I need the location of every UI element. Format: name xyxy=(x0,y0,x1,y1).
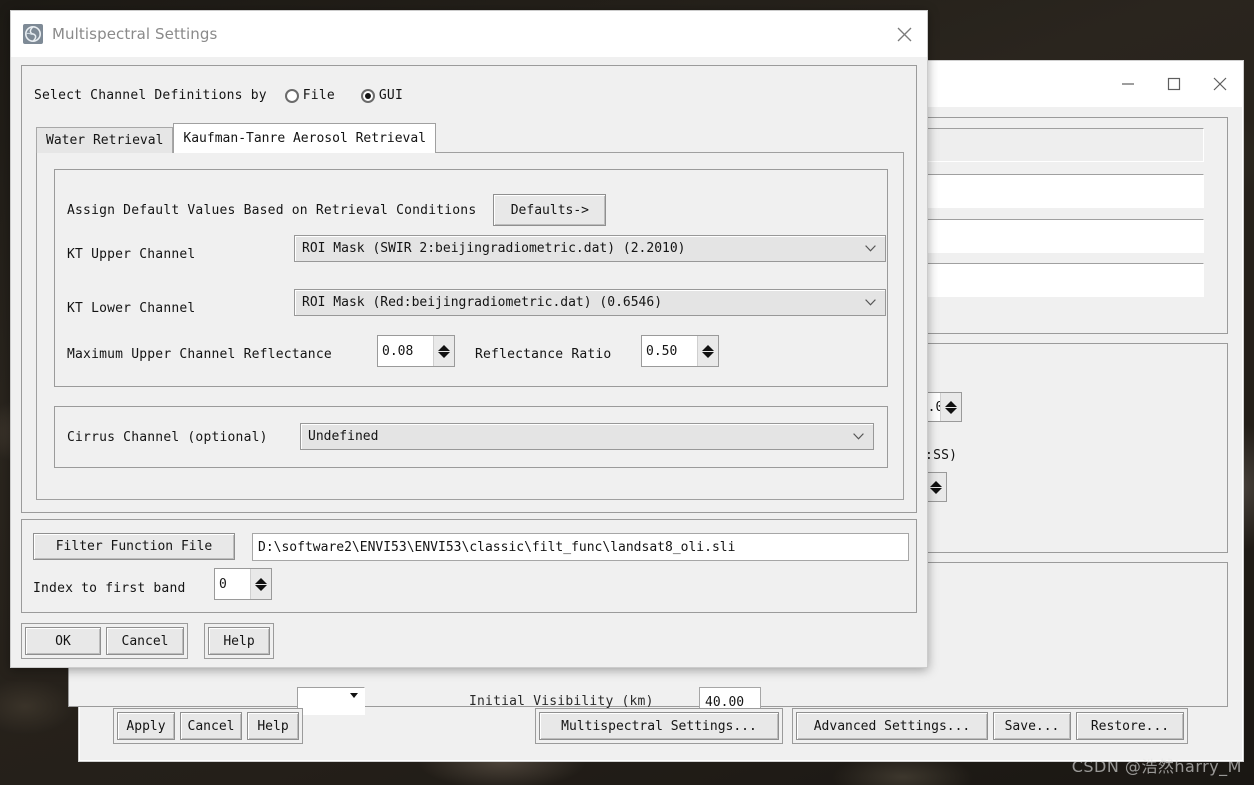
spinner-down-icon[interactable] xyxy=(930,487,942,494)
flaash-footer-multispectral-group: Multispectral Settings... xyxy=(535,708,783,744)
kt-lower-channel-combo[interactable]: ROI Mask (Red:beijingradiometric.dat) (0… xyxy=(294,289,886,316)
flaash-aerosol-model-combo[interactable] xyxy=(297,687,365,715)
retrieval-tabstrip: Water Retrieval Kaufman-Tanre Aerosol Re… xyxy=(36,123,437,153)
dialog-footer-help-group: Help xyxy=(204,623,274,659)
kt-upper-channel-label: KT Upper Channel xyxy=(67,247,196,262)
help-button[interactable]: Help xyxy=(208,627,270,655)
tab-page-kaufman-tanre: Assign Default Values Based on Retrieval… xyxy=(36,152,904,500)
channel-definitions-row: Select Channel Definitions by File GUI xyxy=(34,88,403,103)
multispectral-settings-button[interactable]: Multispectral Settings... xyxy=(539,712,779,740)
restore-button[interactable]: Restore... xyxy=(1076,712,1184,740)
kt-lower-channel-label: KT Lower Channel xyxy=(67,301,196,316)
max-upper-reflectance-label: Maximum Upper Channel Reflectance xyxy=(67,347,332,362)
dialog-titlebar-buttons xyxy=(881,11,927,57)
flaash-scene-spinner-buttons[interactable] xyxy=(940,393,961,421)
assign-defaults-label: Assign Default Values Based on Retrieval… xyxy=(67,202,477,218)
spinner-down-icon[interactable] xyxy=(438,351,450,358)
save-button[interactable]: Save... xyxy=(993,712,1071,740)
file-radio-button[interactable] xyxy=(284,88,299,103)
csdn-watermark: CSDN @浩然harry_M xyxy=(1071,757,1242,776)
flaash-field-row-3[interactable] xyxy=(914,219,1204,253)
cirrus-channel-groupbox: Cirrus Channel (optional) Undefined xyxy=(54,406,888,468)
defaults-row: Assign Default Values Based on Retrieval… xyxy=(67,194,607,226)
spinner-up-icon[interactable] xyxy=(438,344,450,351)
chevron-down-icon xyxy=(853,432,864,440)
index-first-band-spinner[interactable]: 0 xyxy=(214,568,272,600)
reflectance-ratio-spinner[interactable]: 0.50 xyxy=(641,335,719,367)
radio-option-file[interactable]: File xyxy=(284,88,335,103)
minimize-icon[interactable] xyxy=(1105,61,1151,107)
cancel-button[interactable]: Cancel xyxy=(106,627,184,655)
radio-option-gui[interactable]: GUI xyxy=(360,88,403,103)
spinner-up-icon[interactable] xyxy=(945,400,957,407)
flaash-time-spinner-buttons[interactable] xyxy=(925,473,946,501)
spinner-up-icon[interactable] xyxy=(930,480,942,487)
index-spinner-buttons[interactable] xyxy=(250,569,271,599)
dialog-body: Select Channel Definitions by File GUI W… xyxy=(11,57,927,667)
ok-button[interactable]: OK xyxy=(25,627,101,655)
spinner-up-icon[interactable] xyxy=(702,344,714,351)
reflectance-ratio-label: Reflectance Ratio xyxy=(475,347,612,362)
kt-upper-channel-combo[interactable]: ROI Mask (SWIR 2:beijingradiometric.dat)… xyxy=(294,235,886,262)
envi-globe-icon xyxy=(23,24,43,44)
cancel-button[interactable]: Cancel xyxy=(180,712,242,740)
flaash-field-row-4[interactable] xyxy=(914,263,1204,297)
index-first-band-label: Index to first band xyxy=(33,581,186,596)
apply-button[interactable]: Apply xyxy=(117,712,175,740)
spinner-down-icon[interactable] xyxy=(945,407,957,414)
filter-function-path-value: D:\software2\ENVI53\ENVI53\classic\filt_… xyxy=(258,539,736,555)
reflectance-ratio-value: 0.50 xyxy=(646,343,678,359)
flaash-field-row-2[interactable] xyxy=(914,174,1204,208)
flaash-footer-right-buttons: Advanced Settings... Save... Restore... xyxy=(792,708,1188,744)
cirrus-channel-value: Undefined xyxy=(308,429,379,444)
retrieval-conditions-groupbox: Assign Default Values Based on Retrieval… xyxy=(54,169,888,387)
bg-window-titlebar-buttons xyxy=(1105,61,1243,107)
cirrus-channel-combo[interactable]: Undefined xyxy=(300,423,874,450)
multispectral-settings-dialog: Multispectral Settings Select Channel De… xyxy=(10,10,928,668)
advanced-settings-button[interactable]: Advanced Settings... xyxy=(796,712,988,740)
help-button[interactable]: Help xyxy=(247,712,299,740)
max-upper-reflectance-value: 0.08 xyxy=(382,343,414,359)
max-upper-reflectance-spinner[interactable]: 0.08 xyxy=(377,335,455,367)
max-reflectance-spinner-buttons[interactable] xyxy=(433,336,454,366)
initial-visibility-label: Initial Visibility (km) xyxy=(469,694,654,709)
maximize-icon[interactable] xyxy=(1151,61,1197,107)
flaash-field-row-1[interactable] xyxy=(914,128,1204,162)
spinner-up-icon[interactable] xyxy=(255,577,267,584)
filter-function-file-button[interactable]: Filter Function File xyxy=(33,533,235,560)
gui-radio-button[interactable] xyxy=(360,88,375,103)
filter-function-panel: Filter Function File D:\software2\ENVI53… xyxy=(21,519,917,613)
channel-definitions-panel: Select Channel Definitions by File GUI W… xyxy=(21,65,917,513)
cirrus-channel-label: Cirrus Channel (optional) xyxy=(67,430,268,445)
kt-lower-channel-value: ROI Mask (Red:beijingradiometric.dat) (0… xyxy=(302,295,663,310)
reflectance-ratio-spinner-buttons[interactable] xyxy=(697,336,718,366)
close-icon[interactable] xyxy=(1197,61,1243,107)
chevron-down-icon xyxy=(865,298,876,306)
dialog-footer-ok-cancel-group: OK Cancel xyxy=(21,623,188,659)
dialog-title: Multispectral Settings xyxy=(52,25,218,43)
dialog-titlebar: Multispectral Settings xyxy=(11,11,927,58)
flaash-footer-left-buttons: Apply Cancel Help xyxy=(113,708,303,744)
tab-kaufman-tanre-aerosol-retrieval[interactable]: Kaufman-Tanre Aerosol Retrieval xyxy=(173,123,437,153)
chevron-down-icon xyxy=(350,693,358,698)
close-icon[interactable] xyxy=(881,11,927,57)
file-radio-label: File xyxy=(302,88,335,103)
channel-definitions-label: Select Channel Definitions by xyxy=(34,88,267,103)
chevron-down-icon xyxy=(865,244,876,252)
kt-upper-channel-value: ROI Mask (SWIR 2:beijingradiometric.dat)… xyxy=(302,241,686,256)
spinner-down-icon[interactable] xyxy=(702,351,714,358)
tab-water-retrieval[interactable]: Water Retrieval xyxy=(36,127,174,153)
spinner-down-icon[interactable] xyxy=(255,584,267,591)
index-first-band-value: 0 xyxy=(219,576,227,592)
defaults-button[interactable]: Defaults-> xyxy=(493,194,607,226)
filter-function-path-field[interactable]: D:\software2\ENVI53\ENVI53\classic\filt_… xyxy=(252,533,909,561)
gui-radio-label: GUI xyxy=(378,88,403,103)
